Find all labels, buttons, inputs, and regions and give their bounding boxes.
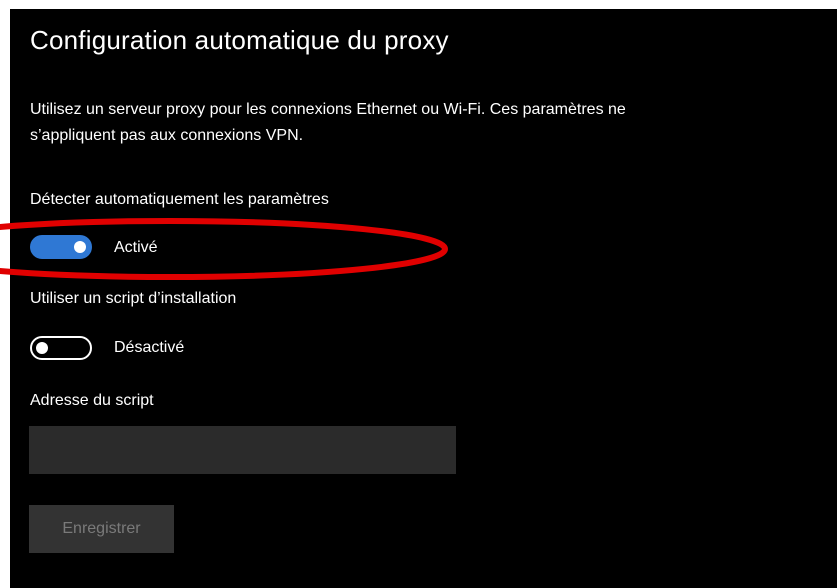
toggle-knob (74, 241, 86, 253)
script-address-input[interactable] (29, 426, 456, 474)
auto-detect-label: Détecter automatiquement les paramètres (30, 191, 329, 208)
auto-detect-toggle[interactable] (30, 235, 92, 259)
setup-script-label: Utiliser un script d’installation (30, 290, 237, 307)
script-address-label: Adresse du script (30, 392, 154, 409)
setup-script-toggle[interactable] (30, 336, 92, 360)
page-title: Configuration automatique du proxy (30, 25, 449, 55)
page-description: Utilisez un serveur proxy pour les conne… (30, 101, 626, 144)
save-button[interactable]: Enregistrer (29, 505, 174, 553)
auto-detect-state-label: Activé (114, 239, 158, 256)
settings-panel: Configuration automatique du proxy Utili… (10, 9, 837, 588)
toggle-knob (36, 342, 48, 354)
setup-script-state-label: Désactivé (114, 339, 185, 356)
